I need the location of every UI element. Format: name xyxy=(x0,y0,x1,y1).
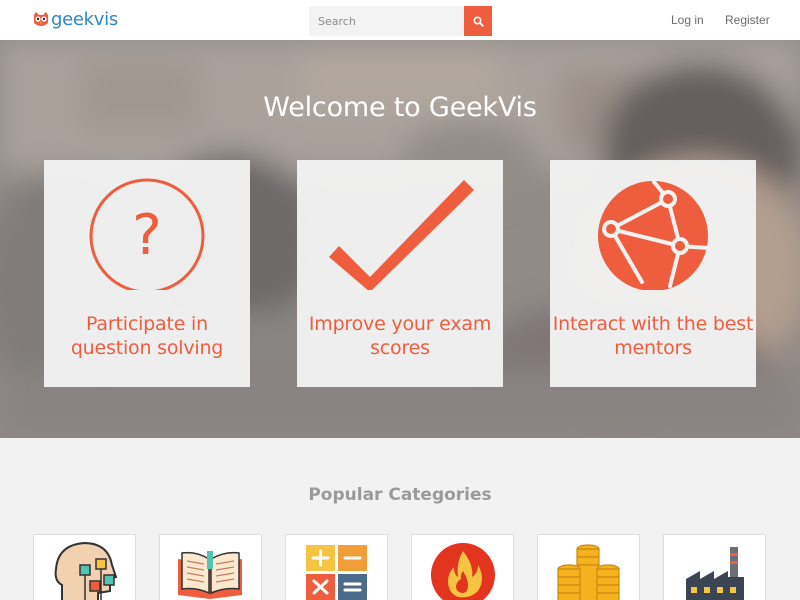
question-circle-icon: ? xyxy=(89,178,205,290)
search-input[interactable] xyxy=(309,6,464,36)
hero-title: Welcome to GeekVis xyxy=(263,92,537,123)
category-card[interactable] xyxy=(537,534,640,600)
category-card[interactable] xyxy=(285,534,388,600)
network-globe-icon xyxy=(598,180,710,290)
search-button[interactable] xyxy=(464,6,492,36)
calculator-icon xyxy=(306,545,367,600)
coin-stack-icon xyxy=(557,544,620,600)
category-card[interactable] xyxy=(33,534,136,600)
feature-card-interact[interactable]: Interact with the best mentors xyxy=(550,160,756,387)
geekvis-logo[interactable]: geekvis xyxy=(32,8,118,32)
logo-text: geekvis xyxy=(51,9,118,30)
fire-icon xyxy=(431,543,495,600)
search-icon xyxy=(472,15,484,27)
owl-logo-icon xyxy=(34,12,48,26)
category-card[interactable] xyxy=(159,534,262,600)
category-card[interactable] xyxy=(663,534,766,600)
feature-card-text: Improve your exam scores xyxy=(308,313,492,359)
search-bar xyxy=(309,6,492,36)
open-book-icon xyxy=(178,551,242,599)
factory-icon xyxy=(686,547,744,600)
feature-card-text: Participate in question solving xyxy=(70,313,224,359)
hero-banner: Welcome to GeekVis ? Participate in ques… xyxy=(0,40,800,438)
top-navbar: geekvis Log in Register xyxy=(0,0,800,40)
login-link[interactable]: Log in xyxy=(671,13,704,27)
feature-card-improve[interactable]: Improve your exam scores xyxy=(297,160,503,387)
feature-card-participate[interactable]: ? Participate in question solving xyxy=(44,160,250,387)
feature-card-text: Interact with the best mentors xyxy=(552,313,754,359)
head-puzzle-icon xyxy=(54,541,118,600)
register-link[interactable]: Register xyxy=(725,13,770,27)
checkmark-icon xyxy=(329,180,474,290)
popular-categories-heading: Popular Categories xyxy=(308,485,492,505)
svg-text:?: ? xyxy=(132,203,162,268)
category-card[interactable] xyxy=(411,534,514,600)
